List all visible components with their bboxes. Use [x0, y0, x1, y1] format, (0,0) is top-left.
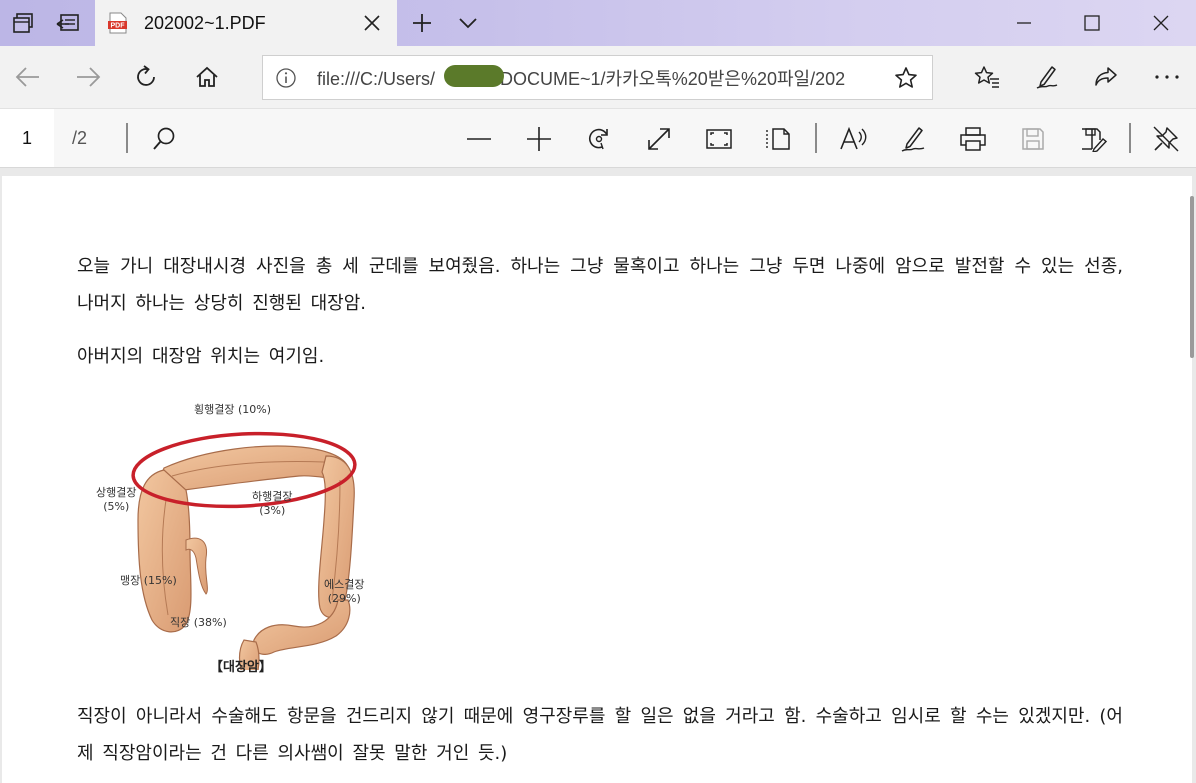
pdf-badge-text: PDF	[111, 23, 126, 30]
redaction-mark	[444, 64, 504, 87]
label-descending-pct: (3%)	[259, 504, 286, 517]
pdf-file-icon: PDF	[108, 12, 128, 34]
figure-caption: 【대장암】	[210, 660, 272, 675]
url-suffix: /DOCUME~1/카카오톡%20받은%20파일/202	[495, 68, 846, 89]
label-ascending-name: 상행결장	[96, 486, 137, 499]
tabs-aside-icon[interactable]	[6, 6, 40, 40]
tab-bar: PDF 202002~1.PDF	[0, 0, 1196, 46]
zoom-in-icon[interactable]	[521, 121, 557, 157]
favorite-star-icon[interactable]	[894, 66, 918, 90]
new-tab-icon[interactable]	[405, 6, 439, 40]
paragraph-1: 오늘 가니 대장내시경 사진을 총 세 군데를 보여줬음. 하나는 그냥 물혹이…	[77, 256, 1123, 314]
url-text[interactable]: file:///C:/Users/ /DOCUME~1/카카오톡%20받은%20파…	[317, 64, 872, 91]
share-icon[interactable]	[1089, 60, 1123, 94]
page-view-icon[interactable]	[761, 121, 797, 157]
label-transverse: 횡행결장 (10%)	[194, 403, 272, 416]
pin-toolbar-icon[interactable]	[1148, 121, 1184, 157]
info-icon[interactable]	[275, 67, 297, 89]
address-bar[interactable]: file:///C:/Users/ /DOCUME~1/카카오톡%20받은%20파…	[262, 55, 933, 100]
back-icon[interactable]	[11, 60, 45, 94]
label-descending: 하행결장 (3%)	[252, 490, 292, 518]
toolbar-divider	[1129, 123, 1131, 153]
label-rectum: 직장 (38%)	[170, 616, 227, 629]
tab-preview-chevron-icon[interactable]	[451, 6, 485, 40]
maximize-icon[interactable]	[1072, 6, 1112, 40]
label-sigmoid: 에스결장 (29%)	[324, 578, 364, 606]
page-total: /2	[72, 128, 88, 148]
save-as-icon[interactable]	[1075, 121, 1111, 157]
label-ascending-pct: (5%)	[103, 500, 130, 513]
colon-figure	[94, 390, 374, 679]
label-descending-name: 하행결장	[252, 490, 293, 503]
url-prefix: file:///C:/Users/	[317, 68, 436, 89]
print-icon[interactable]	[955, 121, 991, 157]
restore-tabs-icon[interactable]	[51, 6, 85, 40]
active-tab[interactable]: PDF 202002~1.PDF	[95, 0, 397, 46]
read-aloud-icon[interactable]	[835, 121, 871, 157]
label-sigmoid-name: 에스결장	[324, 578, 365, 591]
toolbar-divider	[126, 123, 128, 153]
page-number-input[interactable]: 1	[0, 109, 54, 167]
search-icon[interactable]	[146, 121, 182, 157]
toolbar-divider	[815, 123, 817, 153]
home-icon[interactable]	[190, 60, 224, 94]
draw-icon[interactable]	[895, 121, 931, 157]
pdf-toolbar: 1 /2	[0, 108, 1196, 168]
tab-title: 202002~1.PDF	[144, 12, 266, 33]
fit-page-icon[interactable]	[701, 121, 737, 157]
rotate-icon[interactable]	[581, 121, 617, 157]
vertical-scrollbar[interactable]	[1190, 196, 1194, 358]
pdf-page: 오늘 가니 대장내시경 사진을 총 세 군데를 보여줬음. 하나는 그냥 물혹이…	[2, 176, 1192, 783]
zoom-out-icon[interactable]	[461, 121, 497, 157]
close-tab-icon[interactable]	[361, 12, 383, 34]
label-cecum: 맹장 (15%)	[120, 574, 177, 587]
favorites-icon[interactable]	[970, 60, 1004, 94]
more-icon[interactable]	[1150, 60, 1184, 94]
save-icon[interactable]	[1015, 121, 1051, 157]
forward-icon[interactable]	[71, 60, 105, 94]
colon-illustration	[131, 431, 357, 679]
minimize-icon[interactable]	[1004, 6, 1044, 40]
document-viewport: 오늘 가니 대장내시경 사진을 총 세 군데를 보여줬음. 하나는 그냥 물혹이…	[0, 168, 1196, 783]
label-ascending: 상행결장 (5%)	[96, 486, 136, 514]
fit-width-icon[interactable]	[641, 121, 677, 157]
refresh-icon[interactable]	[130, 60, 164, 94]
close-window-icon[interactable]	[1141, 6, 1181, 40]
navigation-bar: file:///C:/Users/ /DOCUME~1/카카오톡%20받은%20파…	[0, 46, 1196, 108]
label-sigmoid-pct: (29%)	[327, 592, 361, 605]
paragraph-2: 아버지의 대장암 위치는 여기임.	[77, 346, 325, 367]
paragraph-3: 직장이 아니라서 수술해도 항문을 건드리지 않기 때문에 영구장루를 할 일은…	[77, 706, 1123, 764]
notes-pen-icon[interactable]	[1030, 60, 1064, 94]
